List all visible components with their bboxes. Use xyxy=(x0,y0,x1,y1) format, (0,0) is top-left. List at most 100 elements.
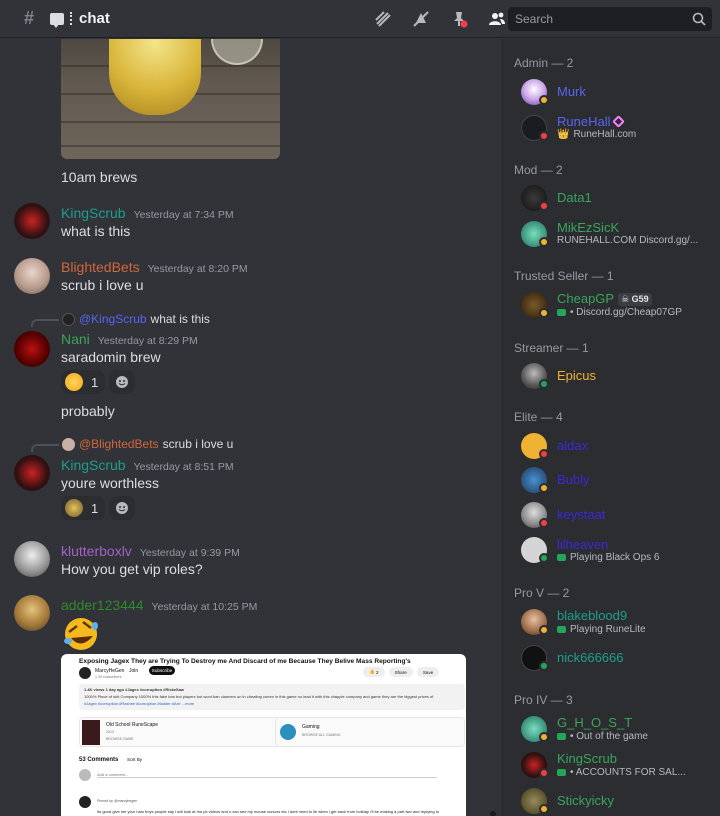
gamepad-icon xyxy=(557,769,566,776)
member-list[interactable]: Admin — 2 Murk RuneHall 👑 RuneHall.com Mo… xyxy=(501,39,720,816)
message-header: BlightedBets Yesterday at 8:20 PM xyxy=(61,259,248,275)
member-name[interactable]: Murk xyxy=(557,84,586,99)
pinned-label: Pinned by @marcyhegen xyxy=(97,799,138,803)
reply-username[interactable]: @KingScrub xyxy=(79,312,147,326)
reply-preview[interactable]: @KingScrub what is this xyxy=(62,312,210,326)
reply-avatar xyxy=(62,312,75,326)
member-name[interactable]: keystaat xyxy=(557,507,605,522)
member-name[interactable]: lilheaven xyxy=(557,537,608,552)
reply-connector xyxy=(31,444,59,452)
timestamp: Yesterday at 9:39 PM xyxy=(139,547,240,559)
status-idle-icon xyxy=(539,732,549,742)
username[interactable]: BlightedBets xyxy=(61,259,140,275)
message-text: what is this xyxy=(61,223,131,239)
avatar[interactable] xyxy=(14,258,50,294)
username[interactable]: Nani xyxy=(61,331,90,347)
like-count: 2 xyxy=(376,669,379,675)
channel-name: MarcyHeGen xyxy=(95,668,125,674)
reply-username[interactable]: @BlightedBets xyxy=(79,437,159,451)
member-name[interactable]: nick666666 xyxy=(557,650,624,665)
divider-dots-icon xyxy=(70,12,73,25)
status-dnd-icon xyxy=(539,131,549,141)
custom-status: • Out of the game xyxy=(570,731,648,742)
role-header-pro-iv: Pro IV — 3 xyxy=(514,693,573,707)
timestamp: Yesterday at 8:20 PM xyxy=(147,263,248,275)
member-name-text: CheapGP xyxy=(557,291,615,306)
member-name[interactable]: CheapGP ☠ G59 xyxy=(557,291,652,307)
search-placeholder: Search xyxy=(515,12,554,26)
member-name[interactable]: KingScrub xyxy=(557,751,617,766)
add-reaction-button[interactable] xyxy=(109,496,135,520)
threads-icon[interactable] xyxy=(372,8,394,30)
description-tags: #Jagex #corruption #Rashee #corruption #… xyxy=(84,701,195,706)
username[interactable]: adder123444 xyxy=(61,597,144,613)
viewer-avatar xyxy=(79,769,91,781)
pinned-messages-icon[interactable] xyxy=(448,8,470,30)
beer-photo-attachment[interactable] xyxy=(61,39,280,159)
scrollbar[interactable] xyxy=(490,811,496,816)
clan-tag: ☠ G59 xyxy=(618,293,652,307)
category-title: Gaming xyxy=(302,724,320,730)
thumbs-up-icon: 👍 xyxy=(369,669,376,674)
reply-text: scrub i love u xyxy=(162,437,234,451)
member-status-text: 👑 RuneHall.com xyxy=(557,129,636,140)
avatar[interactable] xyxy=(14,541,50,577)
avatar[interactable] xyxy=(14,203,50,239)
member-list-icon[interactable] xyxy=(486,8,508,30)
gamepad-icon xyxy=(557,309,566,316)
member-status-text: RUNEHALL.COM Discord.gg/... xyxy=(557,235,699,246)
member-name[interactable]: Bubly xyxy=(557,472,590,487)
comment-count: 53 Comments xyxy=(79,757,119,763)
username[interactable]: klutterboxlv xyxy=(61,543,132,559)
avatar[interactable] xyxy=(14,455,50,491)
channel-name: chat xyxy=(79,10,110,27)
skull-icon: ☠ xyxy=(621,294,632,305)
message-text: scrub i love u xyxy=(61,277,144,293)
status-dnd-icon xyxy=(539,768,549,778)
message-text: probably xyxy=(61,403,115,419)
reaction-count: 1 xyxy=(91,500,99,516)
member-name[interactable]: Epicus xyxy=(557,368,596,383)
reaction-custom[interactable]: 1 xyxy=(61,496,105,520)
reply-text: what is this xyxy=(150,312,210,326)
member-name[interactable]: Data1 xyxy=(557,190,592,205)
member-status-text: Playing Black Ops 6 xyxy=(557,552,660,563)
member-name[interactable]: RuneHall xyxy=(557,114,626,129)
username[interactable]: KingScrub xyxy=(61,205,126,221)
commenter-avatar xyxy=(79,796,91,808)
comment-text: Its good give me your halo boys people s… xyxy=(97,809,440,814)
video-description: 1.4K views 1 day ago #Jagex #corruption … xyxy=(79,684,465,710)
youtube-screenshot-attachment[interactable]: Exposing Jagex They are Trying To Destro… xyxy=(61,654,466,816)
gamepad-icon xyxy=(557,733,566,740)
game-title: Old School RuneScape xyxy=(106,722,158,728)
status-idle-icon xyxy=(539,625,549,635)
message-list[interactable]: 10am brews KingScrub Yesterday at 7:34 PM… xyxy=(0,39,500,816)
message-header: KingScrub Yesterday at 7:34 PM xyxy=(61,205,234,221)
add-reaction-button[interactable] xyxy=(109,370,135,394)
role-header-admin: Admin — 2 xyxy=(514,56,574,70)
custom-status: • Discord.gg/Cheap07GP xyxy=(570,307,682,318)
member-name[interactable]: blakeblood9 xyxy=(557,608,627,623)
notifications-muted-icon[interactable] xyxy=(410,8,432,30)
member-status-text: • ACCOUNTS FOR SAL... xyxy=(557,767,686,778)
custom-status: RuneHall.com xyxy=(573,129,637,140)
reaction-laughing[interactable]: 1 xyxy=(61,370,105,394)
browse-game-link: BROWSE GAME xyxy=(106,737,134,741)
role-header-elite: Elite — 4 xyxy=(514,410,563,424)
timestamp: Yesterday at 10:25 PM xyxy=(151,601,258,613)
avatar[interactable] xyxy=(14,331,50,367)
username[interactable]: KingScrub xyxy=(61,457,126,473)
member-name[interactable]: Stickyicky xyxy=(557,793,614,808)
reaction-count: 1 xyxy=(91,374,99,390)
search-input[interactable]: Search xyxy=(508,7,712,31)
nitro-boost-icon xyxy=(612,115,626,128)
status-dnd-icon xyxy=(539,201,549,211)
smile-icon xyxy=(116,502,128,514)
reply-preview[interactable]: @BlightedBets scrub i love u xyxy=(62,437,233,451)
game-year: 2013 xyxy=(106,730,114,734)
member-name[interactable]: aldax xyxy=(557,438,588,453)
member-name[interactable]: MikEzSicK xyxy=(557,220,619,235)
chat-bubble-icon xyxy=(50,12,65,28)
avatar[interactable] xyxy=(14,595,50,631)
member-name[interactable]: G_H_O_S_T xyxy=(557,715,632,730)
